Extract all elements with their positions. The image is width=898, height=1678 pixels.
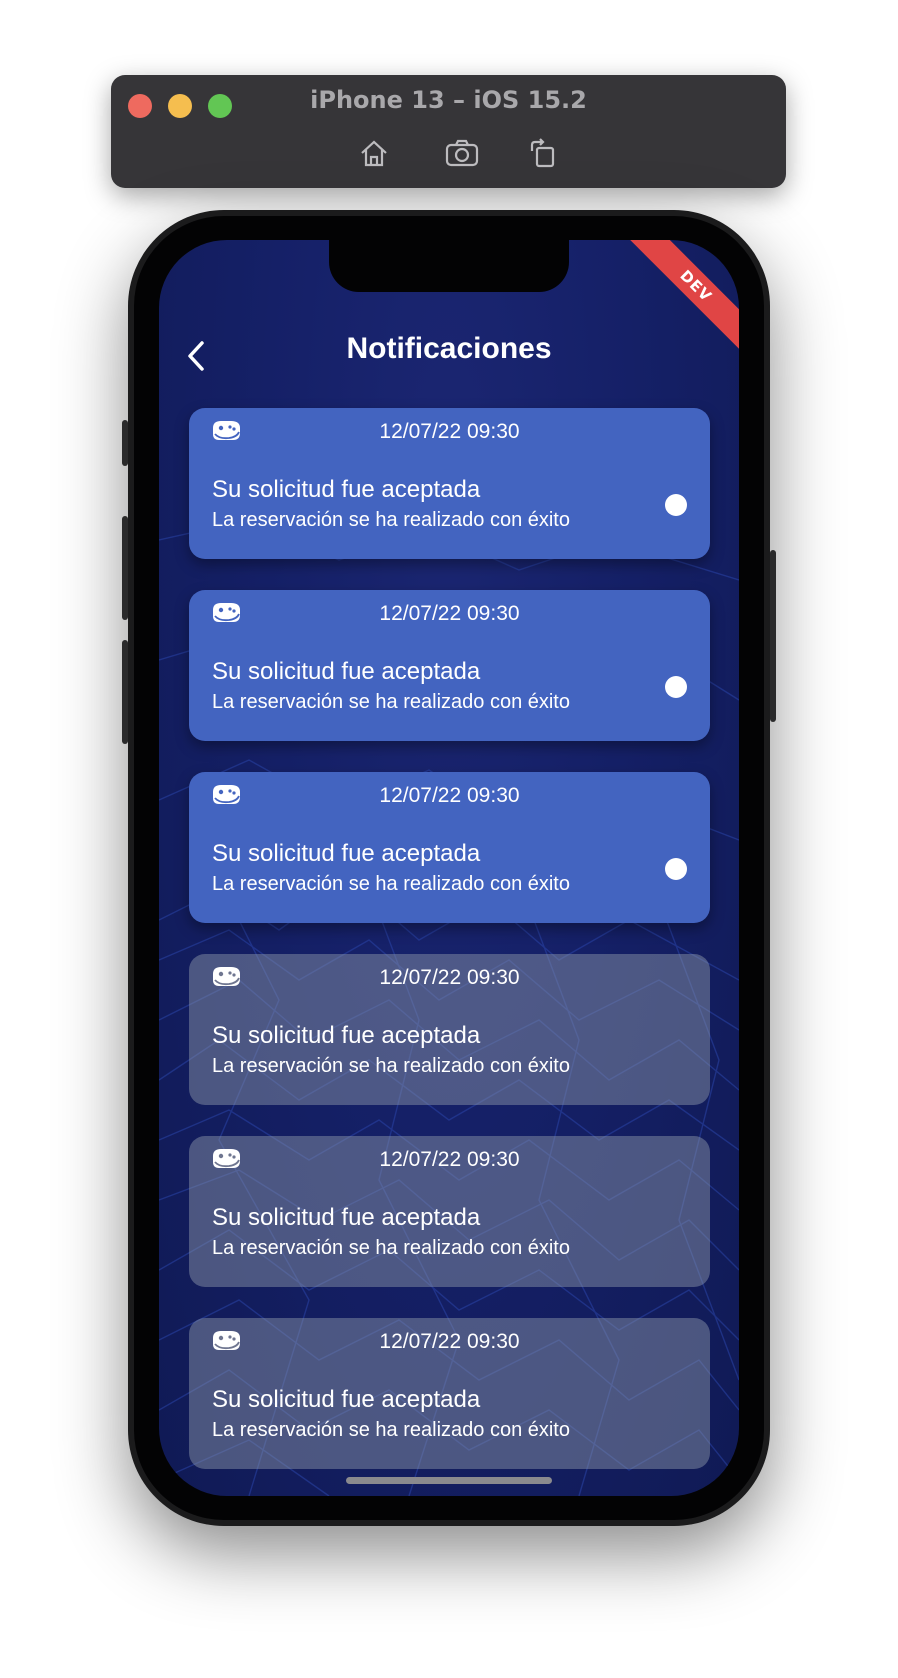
notification-card[interactable]: 12/07/22 09:30 Su solicitud fue aceptada L…	[189, 772, 710, 923]
notification-body: La reservación se ha realizado con éxito	[212, 1419, 570, 1441]
notification-list: 12/07/22 09:30 Su solicitud fue aceptada L…	[189, 408, 710, 1496]
notification-date: 12/07/22 09:30	[379, 784, 520, 807]
notification-title: Su solicitud fue aceptada	[212, 1204, 481, 1231]
mute-switch	[122, 420, 128, 466]
notification-card[interactable]: 12/07/22 09:30 Su solicitud fue aceptada L…	[189, 1136, 710, 1287]
page-title: Notificaciones	[346, 332, 552, 365]
notification-date: 12/07/22 09:30	[379, 602, 520, 625]
home-button[interactable]	[356, 136, 392, 170]
unread-indicator	[665, 494, 687, 516]
home-icon	[361, 140, 387, 167]
unread-indicator	[665, 676, 687, 698]
notification-date: 12/07/22 09:30	[379, 966, 520, 989]
rotate-icon	[530, 138, 555, 168]
volume-up-button	[122, 516, 128, 620]
app-screen: DEV Notificaciones 12/07/22 09:30 Su soli…	[159, 240, 739, 1496]
notification-date: 12/07/22 09:30	[379, 420, 520, 443]
rotate-button[interactable]	[524, 136, 560, 170]
notification-card[interactable]: 12/07/22 09:30 Su solicitud fue aceptada L…	[189, 954, 710, 1105]
screenshot-button[interactable]	[444, 136, 480, 170]
volume-down-button	[122, 640, 128, 744]
notification-title: Su solicitud fue aceptada	[212, 476, 481, 503]
screenshot-icon	[445, 139, 479, 167]
notification-title: Su solicitud fue aceptada	[212, 840, 481, 867]
notification-title: Su solicitud fue aceptada	[212, 1386, 481, 1413]
power-button	[770, 550, 776, 722]
notification-body: La reservación se ha realizado con éxito	[212, 873, 570, 895]
notification-title: Su solicitud fue aceptada	[212, 658, 481, 685]
notification-body: La reservación se ha realizado con éxito	[212, 509, 570, 531]
simulator-title: iPhone 13 – iOS 15.2	[310, 86, 587, 114]
notification-card[interactable]: 12/07/22 09:30 Su solicitud fue aceptada L…	[189, 408, 710, 559]
notification-card[interactable]: 12/07/22 09:30 Su solicitud fue aceptada L…	[189, 590, 710, 741]
home-indicator[interactable]	[346, 1477, 552, 1484]
notification-date: 12/07/22 09:30	[379, 1148, 520, 1171]
notification-date: 12/07/22 09:30	[379, 1330, 520, 1353]
notification-body: La reservación se ha realizado con éxito	[212, 691, 570, 713]
notification-body: La reservación se ha realizado con éxito	[212, 1055, 570, 1077]
notification-body: La reservación se ha realizado con éxito	[212, 1237, 570, 1259]
notification-card[interactable]: 12/07/22 09:30 Su solicitud fue aceptada L…	[189, 1318, 710, 1469]
unread-indicator	[665, 858, 687, 880]
notch	[329, 240, 569, 292]
notification-title: Su solicitud fue aceptada	[212, 1022, 481, 1049]
